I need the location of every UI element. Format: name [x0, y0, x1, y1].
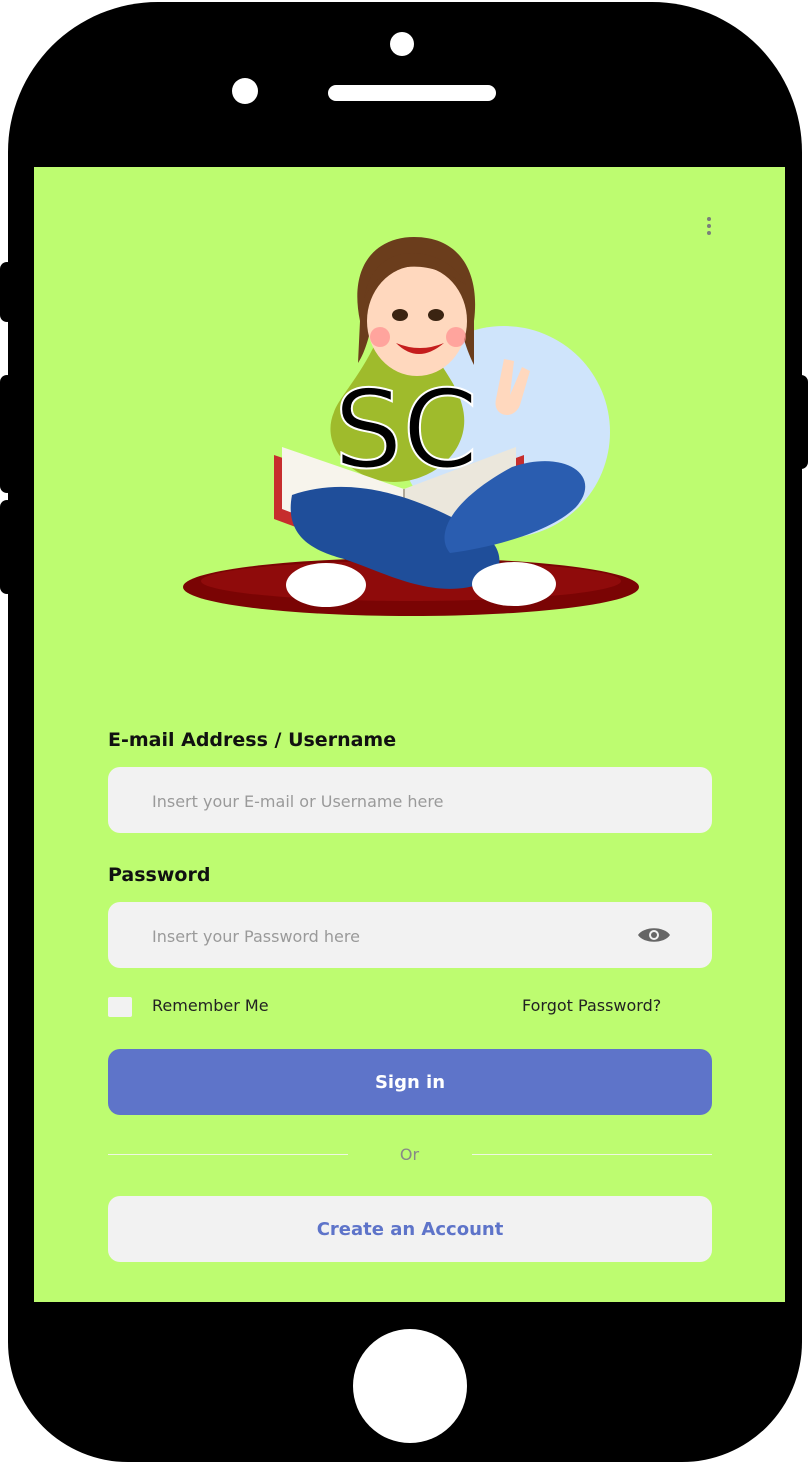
- power-button[interactable]: [794, 375, 808, 469]
- girl-reading-illustration: SC: [183, 237, 639, 616]
- email-field[interactable]: [108, 767, 712, 835]
- front-camera: [390, 32, 414, 56]
- remember-me-checkbox[interactable]: [108, 997, 132, 1017]
- password-label: Password: [108, 864, 211, 886]
- remember-me-label: Remember Me: [152, 996, 269, 1015]
- email-input[interactable]: [150, 767, 624, 835]
- earpiece-speaker: [328, 85, 496, 101]
- volume-up-button[interactable]: [0, 375, 14, 493]
- more-vertical-icon[interactable]: [702, 215, 716, 237]
- phone-frame: SC E-mail Address / Username Password Re…: [8, 2, 802, 1462]
- password-field[interactable]: [108, 902, 712, 970]
- login-screen: SC E-mail Address / Username Password Re…: [34, 167, 785, 1302]
- proximity-sensor: [232, 78, 258, 104]
- divider-right: [472, 1154, 712, 1155]
- password-input[interactable]: [150, 902, 624, 970]
- create-account-button[interactable]: Create an Account: [108, 1196, 712, 1262]
- home-button[interactable]: [353, 1329, 467, 1443]
- logo-text: SC: [334, 368, 478, 493]
- email-label: E-mail Address / Username: [108, 729, 397, 751]
- sign-in-button[interactable]: Sign in: [108, 1049, 712, 1115]
- volume-down-button[interactable]: [0, 500, 14, 594]
- forgot-password-link[interactable]: Forgot Password?: [522, 996, 661, 1015]
- mute-switch[interactable]: [0, 262, 14, 322]
- eye-icon[interactable]: [636, 924, 672, 946]
